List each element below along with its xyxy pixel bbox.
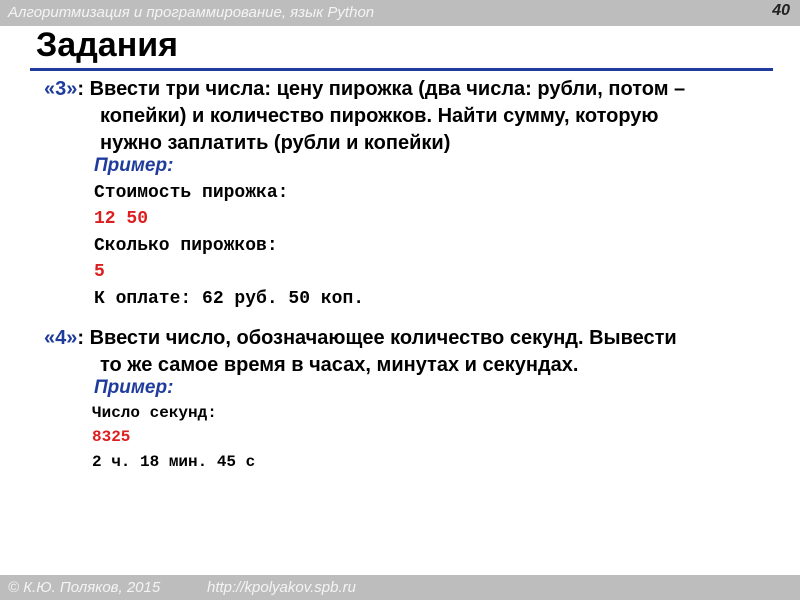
task-4-line-2: то же самое время в часах, минутах и сек… xyxy=(100,354,579,376)
course-title: Алгоритмизация и программирование, язык … xyxy=(8,4,375,21)
task-3-id: «3» xyxy=(44,78,78,100)
task-3-example-input-price: 12 50 xyxy=(94,209,149,229)
page-number: 40 xyxy=(772,2,790,19)
slide-title: Задания xyxy=(36,26,178,64)
task-4-example-input: 8325 xyxy=(92,428,131,446)
task-3-line-1: : Ввести три числа: цену пирожка (два чи… xyxy=(77,78,686,100)
task-3-example-input-count: 5 xyxy=(94,262,105,282)
task-3-line-3: нужно заплатить (рубли и копейки) xyxy=(100,132,451,154)
task-4-id: «4» xyxy=(44,327,78,349)
task-3-example-prompt-count: Сколько пирожков: xyxy=(94,236,278,256)
task-4-line-1: : Ввести число, обозначающее количество … xyxy=(77,327,677,349)
task-4-example-prompt: Число секунд: xyxy=(92,404,217,422)
task-3-example-label: Пример: xyxy=(94,155,174,176)
task-3-example-prompt-price: Стоимость пирожка: xyxy=(94,183,289,203)
title-divider xyxy=(30,68,773,71)
task-4-description: «4»: Ввести число, обозначающее количест… xyxy=(44,325,764,379)
task-3-description: «3»: Ввести три числа: цену пирожка (два… xyxy=(44,76,764,157)
footer-bar: © К.Ю. Поляков, 2015 http://kpolyakov.sp… xyxy=(0,575,800,600)
task-4-example-label: Пример: xyxy=(94,377,174,398)
task-3-example-output: К оплате: 62 руб. 50 коп. xyxy=(94,289,365,309)
footer-author: © К.Ю. Поляков, 2015 xyxy=(8,579,161,596)
header-bar: Алгоритмизация и программирование, язык … xyxy=(0,0,800,26)
footer-url: http://kpolyakov.spb.ru xyxy=(207,579,356,596)
task-3-line-2: копейки) и количество пирожков. Найти су… xyxy=(100,105,659,127)
task-4-example-output: 2 ч. 18 мин. 45 с xyxy=(92,453,256,471)
